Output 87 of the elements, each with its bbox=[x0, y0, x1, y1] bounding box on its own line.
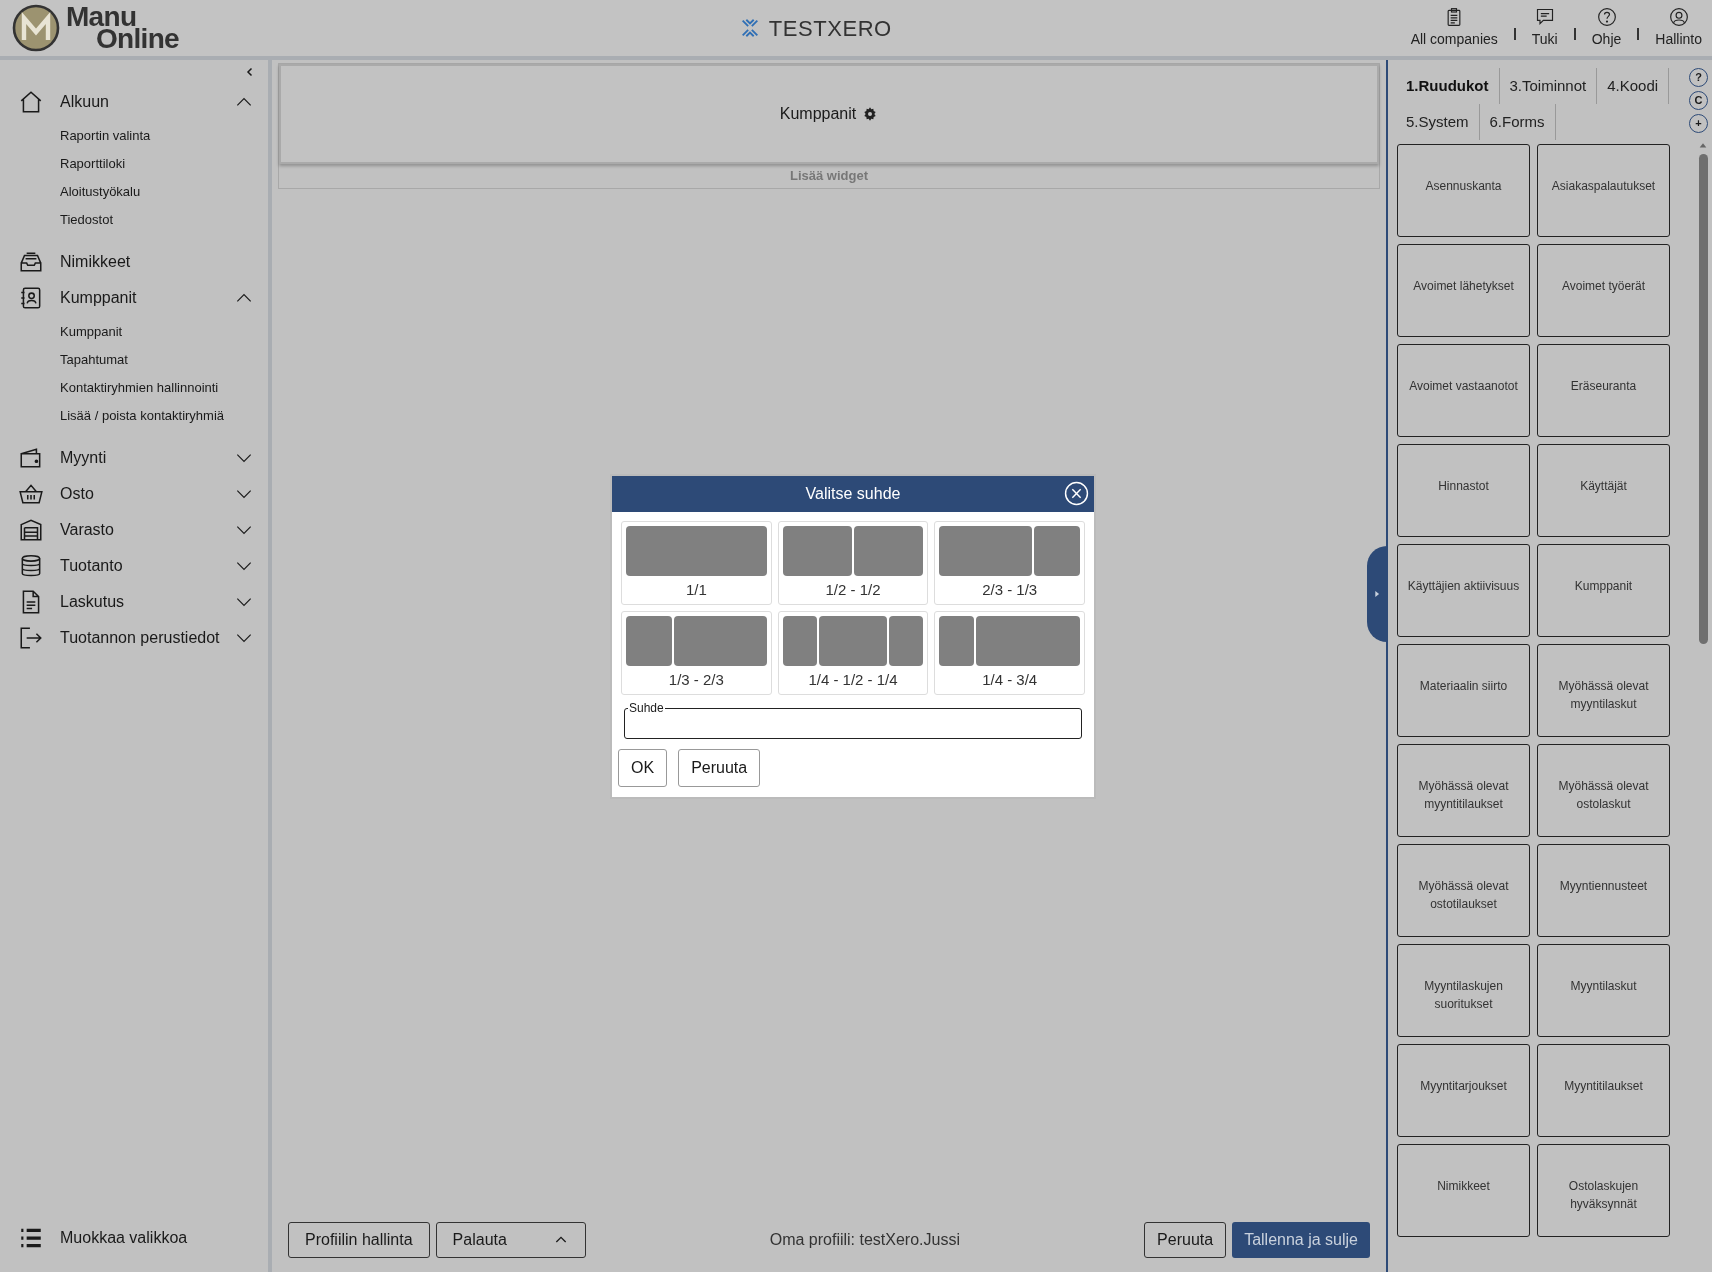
widget-tile[interactable]: Avoimet lähetykset bbox=[1397, 244, 1530, 337]
widget-tile[interactable]: Materiaalin siirto bbox=[1397, 644, 1530, 737]
chat-bubble-icon bbox=[1534, 6, 1555, 27]
logo-text: Manu bbox=[66, 6, 137, 28]
menu-item[interactable]: Varasto bbox=[0, 512, 268, 548]
logo-text: Online bbox=[96, 28, 179, 50]
ratio-option[interactable]: 1/4 - 3/4 bbox=[934, 611, 1085, 695]
widget-tile[interactable]: Myyntiennusteet bbox=[1537, 844, 1670, 937]
submenu-item[interactable]: Aloitustyökalu bbox=[0, 178, 268, 206]
widget-tile[interactable]: Eräseuranta bbox=[1537, 344, 1670, 437]
header-link[interactable]: Ohje bbox=[1591, 6, 1622, 50]
submenu-item[interactable]: Raportin valinta bbox=[0, 122, 268, 150]
ok-button[interactable]: OK bbox=[618, 749, 668, 787]
company-name: TESTXERO bbox=[768, 14, 892, 43]
header-link[interactable]: Tuki bbox=[1531, 6, 1558, 50]
scrollbar-thumb[interactable] bbox=[1698, 154, 1708, 644]
save-and-close-button[interactable]: Tallenna ja sulje bbox=[1232, 1222, 1370, 1258]
layout-column-preview bbox=[782, 526, 852, 576]
panel-tab[interactable]: 3.Toiminnot bbox=[1499, 68, 1598, 104]
ratio-option[interactable]: 2/3 - 1/3 bbox=[934, 521, 1085, 605]
panel-tab[interactable]: 6.Forms bbox=[1479, 104, 1556, 140]
ratio-label: 1/2 - 1/2 bbox=[825, 580, 881, 600]
menu-item[interactable]: Tuotannon perustiedot bbox=[0, 620, 268, 656]
widget-tile[interactable]: Myöhässä olevat myyntilaskut bbox=[1537, 644, 1670, 737]
ratio-option[interactable]: 1/2 - 1/2 bbox=[777, 521, 929, 605]
warehouse-icon bbox=[18, 517, 44, 543]
submenu-item[interactable]: Raporttiloki bbox=[0, 150, 268, 178]
widget-tile[interactable]: Myöhässä olevat myyntitilaukset bbox=[1397, 744, 1530, 837]
edit-menu-button[interactable]: Muokkaa valikkoa bbox=[0, 1218, 268, 1258]
submenu-item[interactable]: Tiedostot bbox=[0, 206, 268, 234]
profile-text: Oma profiili: testXero.Jussi bbox=[768, 1230, 961, 1250]
widget-tile[interactable]: Ostolaskujen hyväksynnät bbox=[1537, 1144, 1670, 1237]
ratio-label: 1/1 bbox=[685, 580, 707, 600]
ratio-label: 1/3 - 2/3 bbox=[668, 670, 724, 690]
layout-column-preview bbox=[854, 526, 924, 576]
ratio-label: 2/3 - 1/3 bbox=[982, 580, 1038, 600]
layout-column-preview bbox=[939, 616, 974, 666]
menu-item[interactable]: Tuotanto bbox=[0, 548, 268, 584]
menu-item[interactable]: Alkuun bbox=[0, 84, 268, 120]
widget-tile[interactable]: Asennuskanta bbox=[1397, 144, 1530, 237]
menu-item[interactable]: Osto bbox=[0, 476, 268, 512]
menu-item[interactable]: Nimikkeet bbox=[0, 244, 268, 280]
header-link[interactable]: Hallinto bbox=[1655, 6, 1702, 50]
widget-tile[interactable]: Myyntitarjoukset bbox=[1397, 1044, 1530, 1137]
widget-tile[interactable]: Nimikkeet bbox=[1397, 1144, 1530, 1237]
dialog-title: Valitse suhde bbox=[805, 484, 901, 504]
widget-tile[interactable]: Avoimet vastaanotot bbox=[1397, 344, 1530, 437]
ratio-option[interactable]: 1/1 bbox=[621, 521, 772, 605]
close-icon[interactable] bbox=[1064, 481, 1089, 506]
panel-tab[interactable]: 5.System bbox=[1396, 104, 1480, 140]
ratio-option[interactable]: 1/3 - 2/3 bbox=[621, 611, 772, 695]
widget-tile[interactable]: Myöhässä olevat ostolaskut bbox=[1537, 744, 1670, 837]
widget-tile[interactable]: Kumppanit bbox=[1537, 544, 1670, 637]
menu-item[interactable]: Laskutus bbox=[0, 584, 268, 620]
submenu-item[interactable]: Kontaktiryhmien hallinnointi bbox=[0, 374, 268, 402]
exit-arrow-icon bbox=[18, 625, 44, 651]
house-icon bbox=[18, 89, 44, 115]
cancel-button[interactable]: Peruuta bbox=[1144, 1222, 1227, 1258]
widget-title: Kumppanit bbox=[779, 104, 857, 124]
cancel-button[interactable]: Peruuta bbox=[678, 749, 761, 787]
submenu-item[interactable]: Kumppanit bbox=[0, 318, 268, 346]
ratio-input-field[interactable]: Suhde bbox=[624, 701, 1082, 739]
restore-dropdown[interactable]: Palauta bbox=[435, 1222, 586, 1258]
help-icon bbox=[1596, 6, 1617, 27]
widget-tile[interactable]: Käyttäjien aktiivisuus bbox=[1397, 544, 1530, 637]
panel-tab[interactable]: 1.Ruudukot bbox=[1396, 68, 1500, 104]
widget-tile[interactable]: Myyntilaskut bbox=[1537, 944, 1670, 1037]
panel-toggle-handle[interactable] bbox=[1367, 546, 1387, 642]
submenu-item[interactable]: Tapahtumat bbox=[0, 346, 268, 374]
logo-emblem-icon bbox=[12, 4, 60, 52]
menu-item[interactable]: Myynti bbox=[0, 440, 268, 476]
profile-management-button[interactable]: Profiilin hallinta bbox=[288, 1222, 430, 1258]
widget-tile[interactable]: Käyttäjät bbox=[1537, 444, 1670, 537]
menu-item[interactable]: Kumppanit bbox=[0, 280, 268, 316]
widget-tile[interactable]: Avoimet työerät bbox=[1537, 244, 1670, 337]
widget-tile[interactable]: Hinnastot bbox=[1397, 444, 1530, 537]
widget-tile[interactable]: Myyntitilaukset bbox=[1537, 1044, 1670, 1137]
panel-tab[interactable]: 4.Koodi bbox=[1597, 68, 1670, 104]
user-circle-icon bbox=[1668, 6, 1689, 27]
ratio-option[interactable]: 1/4 - 1/2 - 1/4 bbox=[777, 611, 929, 695]
widget-tile[interactable]: Asiakaspalautukset bbox=[1537, 144, 1670, 237]
ratio-label: 1/4 - 3/4 bbox=[982, 670, 1038, 690]
ratio-label: 1/4 - 1/2 - 1/4 bbox=[808, 670, 898, 690]
header-link[interactable]: All companies bbox=[1410, 6, 1498, 50]
widget-tile[interactable]: Myöhässä olevat ostotilaukset bbox=[1397, 844, 1530, 937]
submenu-item[interactable]: Lisää / poista kontaktiryhmiä bbox=[0, 402, 268, 430]
widget-tile[interactable]: Myyntilaskujen suoritukset bbox=[1397, 944, 1530, 1037]
